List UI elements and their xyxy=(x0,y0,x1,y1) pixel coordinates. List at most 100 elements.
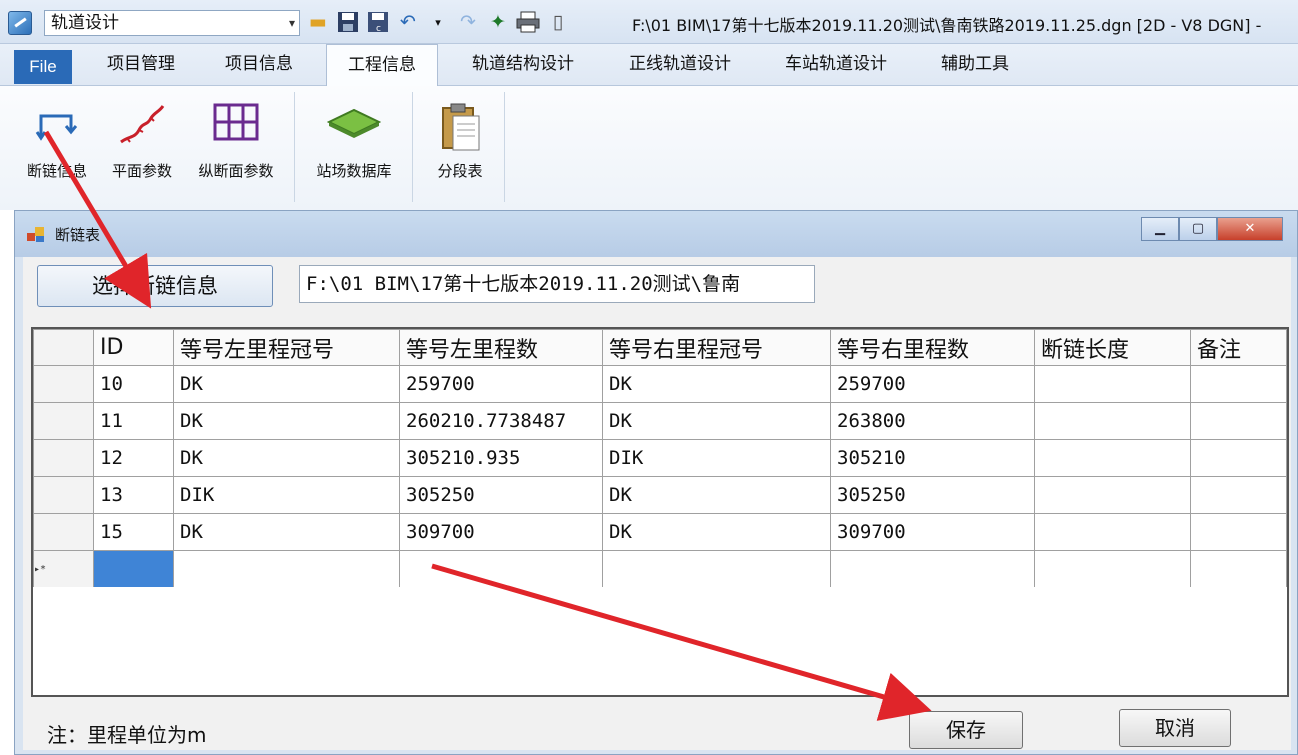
cell-chain-length[interactable] xyxy=(1034,365,1191,403)
cell-left-prefix[interactable]: DK xyxy=(173,365,400,403)
cell-left-prefix[interactable]: DK xyxy=(173,402,400,440)
ribbon-separator xyxy=(504,92,505,202)
selected-cell[interactable] xyxy=(93,550,174,588)
cell-chain-length[interactable] xyxy=(1034,476,1191,514)
row-header[interactable] xyxy=(33,439,94,477)
cell-left-prefix[interactable]: DK xyxy=(173,439,400,477)
grid-cell[interactable] xyxy=(1190,550,1287,588)
grid-cell[interactable] xyxy=(602,550,831,588)
save-icon[interactable] xyxy=(336,10,360,34)
undo-dropdown-icon[interactable]: ▾ xyxy=(426,10,450,34)
grid-cell[interactable] xyxy=(830,550,1035,588)
cell-right-prefix[interactable]: DK xyxy=(602,402,831,440)
tab-auxiliary-tools[interactable]: 辅助工具 xyxy=(920,44,1030,86)
cell-right-mileage[interactable]: 305250 xyxy=(830,476,1035,514)
cell-left-prefix[interactable]: DIK xyxy=(173,476,400,514)
cell-chain-length[interactable] xyxy=(1034,513,1191,551)
tab-project-management[interactable]: 项目管理 xyxy=(86,44,196,86)
cell-remark[interactable] xyxy=(1190,439,1287,477)
column-header[interactable]: 断链长度 xyxy=(1034,329,1191,366)
cell-remark[interactable] xyxy=(1190,513,1287,551)
cell-right-mileage[interactable]: 305210 xyxy=(830,439,1035,477)
cell-left-mileage[interactable]: 305250 xyxy=(399,476,603,514)
cell-right-mileage[interactable]: 259700 xyxy=(830,365,1035,403)
column-header[interactable]: 等号右里程冠号 xyxy=(602,329,831,366)
chevron-down-icon[interactable]: ▾ xyxy=(289,11,295,35)
table-row[interactable]: 10 DK 259700 DK 259700 xyxy=(33,365,1287,403)
cell-id[interactable]: 10 xyxy=(93,365,174,403)
cell-chain-length[interactable] xyxy=(1034,402,1191,440)
column-header[interactable]: 等号左里程冠号 xyxy=(173,329,400,366)
cell-left-prefix[interactable]: DK xyxy=(173,513,400,551)
page-setup-icon[interactable]: ▯ xyxy=(546,10,570,34)
row-header[interactable] xyxy=(33,476,94,514)
station-database-icon xyxy=(327,108,381,138)
profile-parameters-button[interactable]: 纵断面参数 xyxy=(186,94,286,194)
cell-left-mileage[interactable]: 260210.7738487 xyxy=(399,402,603,440)
pin-icon[interactable]: ✦ xyxy=(486,10,510,34)
workspace-combo[interactable]: 轨道设计 ▾ xyxy=(44,10,300,36)
file-path-field[interactable]: F:\01 BIM\17第十七版本2019.11.20测试\鲁南 xyxy=(299,265,815,303)
cell-right-mileage[interactable]: 309700 xyxy=(830,513,1035,551)
plan-parameters-button[interactable]: 平面参数 xyxy=(102,94,182,194)
row-header[interactable] xyxy=(33,402,94,440)
cell-left-mileage[interactable]: 309700 xyxy=(399,513,603,551)
chain-break-info-button[interactable]: 断链信息 xyxy=(14,94,100,194)
cell-right-prefix[interactable]: DK xyxy=(602,476,831,514)
minimize-button[interactable]: ▁ xyxy=(1141,217,1179,241)
cell-id[interactable]: 12 xyxy=(93,439,174,477)
plan-curve-icon xyxy=(120,105,165,144)
segment-table-button[interactable]: 分段表 xyxy=(420,94,500,194)
row-header[interactable] xyxy=(33,513,94,551)
table-row[interactable]: 12 DK 305210.935 DIK 305210 xyxy=(33,439,1287,477)
cell-right-prefix[interactable]: DIK xyxy=(602,439,831,477)
cell-id[interactable]: 15 xyxy=(93,513,174,551)
cell-id[interactable]: 13 xyxy=(93,476,174,514)
cancel-button[interactable]: 取消 xyxy=(1119,709,1231,747)
station-database-button[interactable]: 站场数据库 xyxy=(302,94,406,194)
tab-mainline-track[interactable]: 正线轨道设计 xyxy=(610,44,750,86)
tab-engineering-info[interactable]: 工程信息 xyxy=(326,44,438,88)
cell-remark[interactable] xyxy=(1190,365,1287,403)
redo-icon[interactable]: ↷ xyxy=(456,10,480,34)
tab-track-structure[interactable]: 轨道结构设计 xyxy=(450,44,596,86)
column-header[interactable]: 等号右里程数 xyxy=(830,329,1035,366)
maximize-button[interactable]: ▢ xyxy=(1179,217,1217,241)
cell-chain-length[interactable] xyxy=(1034,439,1191,477)
print-icon[interactable] xyxy=(516,10,540,34)
close-button[interactable]: ✕ xyxy=(1217,217,1283,241)
save-button[interactable]: 保存 xyxy=(909,711,1023,749)
chain-break-grid[interactable]: ID 等号左里程冠号 等号左里程数 等号右里程冠号 等号右里程数 断链长度 备注… xyxy=(31,327,1289,697)
cell-left-mileage[interactable]: 305210.935 xyxy=(399,439,603,477)
cell-id[interactable]: 11 xyxy=(93,402,174,440)
ribbon-separator xyxy=(412,92,413,202)
new-row-marker[interactable]: ▸* xyxy=(33,550,94,588)
grid-cell[interactable] xyxy=(173,550,400,588)
cell-right-prefix[interactable]: DK xyxy=(602,513,831,551)
table-row[interactable]: 11 DK 260210.7738487 DK 263800 xyxy=(33,402,1287,440)
save-settings-icon[interactable]: c xyxy=(366,10,390,34)
undo-icon[interactable]: ↶ xyxy=(396,10,420,34)
column-header[interactable]: ID xyxy=(93,329,174,366)
cell-remark[interactable] xyxy=(1190,476,1287,514)
select-chain-info-button[interactable]: 选择断链信息 xyxy=(37,265,273,307)
cell-remark[interactable] xyxy=(1190,402,1287,440)
cell-right-mileage[interactable]: 263800 xyxy=(830,402,1035,440)
table-row[interactable]: 13 DIK 305250 DK 305250 xyxy=(33,476,1287,514)
cell-right-prefix[interactable]: DK xyxy=(602,365,831,403)
grid-cell[interactable] xyxy=(1034,550,1191,588)
tab-project-info[interactable]: 项目信息 xyxy=(204,44,314,86)
open-folder-icon[interactable]: ▬ xyxy=(306,10,330,34)
row-header[interactable] xyxy=(33,365,94,403)
app-logo-icon[interactable] xyxy=(8,11,32,35)
dialog-titlebar[interactable]: 断链表 ▁ ▢ ✕ xyxy=(15,211,1297,257)
tab-file[interactable]: File xyxy=(14,50,72,84)
cell-left-mileage[interactable]: 259700 xyxy=(399,365,603,403)
tab-station-track[interactable]: 车站轨道设计 xyxy=(766,44,906,86)
grid-cell[interactable] xyxy=(399,550,603,588)
row-header-corner[interactable] xyxy=(33,329,94,366)
new-row[interactable]: ▸* xyxy=(33,550,1287,588)
column-header[interactable]: 备注 xyxy=(1190,329,1287,366)
column-header[interactable]: 等号左里程数 xyxy=(399,329,603,366)
table-row[interactable]: 15 DK 309700 DK 309700 xyxy=(33,513,1287,551)
